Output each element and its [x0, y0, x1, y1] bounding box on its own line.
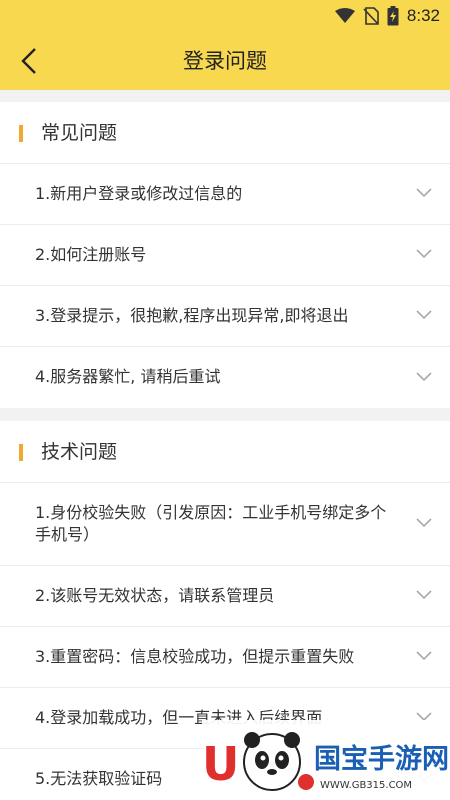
- faq-item[interactable]: 2.如何注册账号: [0, 225, 450, 286]
- svg-text:U: U: [202, 737, 239, 791]
- section-title: 技术问题: [41, 441, 118, 463]
- chevron-down-icon: [416, 371, 432, 381]
- battery-icon: [387, 6, 399, 26]
- page-title: 登录问题: [183, 49, 267, 73]
- watermark-site-name: 国宝手游网: [314, 743, 449, 775]
- faq-content: 常见问题 1.新用户登录或修改过信息的 2.如何注册账号 3.登录提示，很抱歉,…: [0, 102, 450, 800]
- chevron-down-icon: [416, 651, 432, 661]
- faq-item[interactable]: 4.服务器繁忙, 请稍后重试: [0, 347, 450, 408]
- faq-question: 3.重置密码：信息校验成功，但提示重置失败: [35, 647, 355, 666]
- chevron-down-icon: [416, 188, 432, 198]
- faq-item[interactable]: 1.身份校验失败（引发原因：工业手机号绑定多个手机号）: [0, 483, 450, 566]
- section-accent-bar: [19, 125, 23, 142]
- faq-question: 1.新用户登录或修改过信息的: [35, 184, 243, 203]
- faq-item[interactable]: 2.该账号无效状态，请联系管理员: [0, 566, 450, 627]
- section-header: 常见问题: [0, 102, 450, 164]
- watermark-logo: U 国宝手游网 WWW.GB315.COM: [202, 732, 449, 791]
- chevron-down-icon: [416, 518, 432, 528]
- faq-item[interactable]: 3.重置密码：信息校验成功，但提示重置失败: [0, 627, 450, 688]
- chevron-down-icon: [416, 590, 432, 600]
- faq-question: 1.身份校验失败（引发原因：工业手机号绑定多个手机号）: [35, 503, 387, 544]
- faq-item[interactable]: 3.登录提示，很抱歉,程序出现异常,即将退出: [0, 286, 450, 347]
- status-bar: 8:32: [0, 0, 450, 32]
- faq-question: 2.该账号无效状态，请联系管理员: [35, 586, 275, 605]
- faq-question: 3.登录提示，很抱歉,程序出现异常,即将退出: [35, 306, 349, 325]
- app-bar: 登录问题: [0, 32, 450, 90]
- chevron-down-icon: [416, 249, 432, 259]
- section-accent-bar: [19, 444, 23, 461]
- faq-question: 4.服务器繁忙, 请稍后重试: [35, 367, 221, 386]
- section-title: 常见问题: [41, 122, 118, 144]
- section-header: 技术问题: [0, 421, 450, 483]
- faq-question: 2.如何注册账号: [35, 245, 147, 264]
- section-common: 常见问题 1.新用户登录或修改过信息的 2.如何注册账号 3.登录提示，很抱歉,…: [0, 102, 450, 408]
- faq-item[interactable]: 1.新用户登录或修改过信息的: [0, 164, 450, 225]
- site-watermark: U 国宝手游网 WWW.GB315.COM: [202, 720, 450, 800]
- chevron-down-icon: [416, 310, 432, 320]
- watermark-url: WWW.GB315.COM: [320, 780, 412, 791]
- wifi-icon: [334, 8, 355, 23]
- no-sim-icon: [363, 7, 379, 25]
- status-time: 8:32: [406, 6, 440, 25]
